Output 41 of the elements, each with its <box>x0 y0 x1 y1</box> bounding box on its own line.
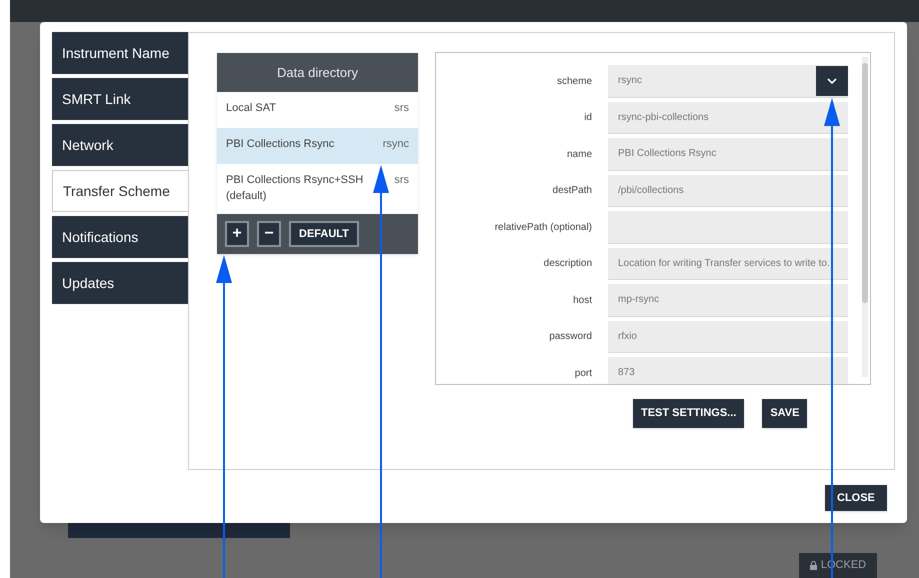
input-field[interactable]: Location for writing Transfer services to write to. <box>608 248 848 280</box>
input-field[interactable]: 873 <box>608 357 848 384</box>
close-button[interactable]: CLOSE <box>825 485 887 511</box>
chevron-down-icon <box>827 78 837 84</box>
lock-icon <box>810 561 817 570</box>
field-label: id <box>583 111 592 126</box>
remove-button[interactable]: − <box>257 221 281 247</box>
field-label: destPath <box>552 184 592 198</box>
settings-tab[interactable]: Transfer Scheme <box>52 170 188 212</box>
settings-tab[interactable]: Updates <box>52 262 188 304</box>
scheme-label: srs <box>394 101 409 116</box>
panel-title: Data directory <box>276 64 359 82</box>
settings-tab[interactable]: Instrument Name <box>52 32 188 74</box>
input-field[interactable] <box>608 211 848 244</box>
field-label: description <box>542 257 592 272</box>
input-field[interactable]: rfxio <box>608 320 848 353</box>
field-label: port <box>574 366 592 381</box>
default-button[interactable]: DEFAULT <box>289 221 359 247</box>
scheme-label: rsync <box>382 137 409 152</box>
field-label: name <box>566 148 592 162</box>
field-label: scheme <box>556 74 592 89</box>
field-label: host <box>572 294 592 308</box>
input-field[interactable]: mp-rsync <box>608 284 848 316</box>
add-button[interactable]: + <box>225 221 249 247</box>
field-label: password <box>548 330 592 344</box>
directory-name: PBI Collections Rsync <box>226 137 336 152</box>
test-settings-button[interactable]: TEST SETTINGS... <box>633 399 744 428</box>
directory-name: Local SAT <box>226 101 277 116</box>
scrollbar[interactable] <box>862 57 868 377</box>
field-label: relativePath (optional) <box>494 220 592 235</box>
directory-name: PBI Collections Rsync+SSH (default) <box>226 173 364 204</box>
scheme-label: srs <box>394 173 409 188</box>
settings-tab[interactable]: Notifications <box>52 216 188 258</box>
input-field[interactable]: /pbi/collections <box>608 174 848 207</box>
settings-tab[interactable]: Network <box>52 124 188 166</box>
input-field[interactable]: rsync-pbi-collections <box>608 102 848 134</box>
scheme-dropdown[interactable]: rsync <box>608 65 848 98</box>
save-button[interactable]: SAVE <box>762 399 808 428</box>
settings-tab[interactable]: SMRT Link <box>52 78 188 120</box>
input-field[interactable]: PBI Collections Rsync <box>608 138 848 170</box>
directory-row[interactable]: PBI Collections Rsync rsync <box>217 128 418 164</box>
